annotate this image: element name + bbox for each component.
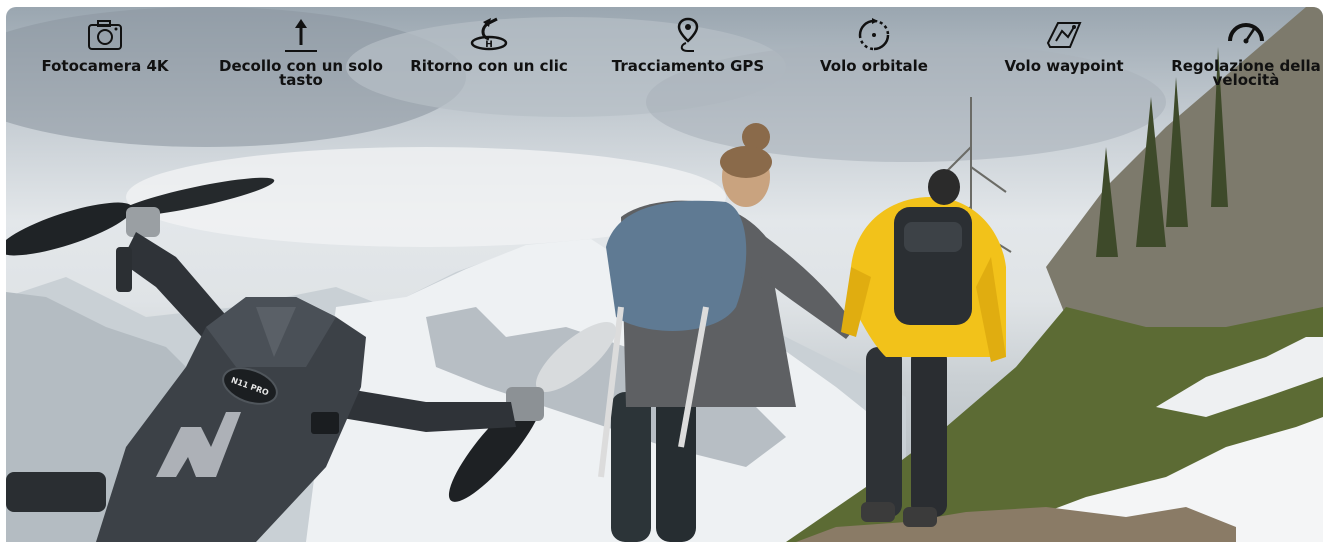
feature-gps-tracking: Tracciamento GPS xyxy=(603,15,773,75)
feature-orbit-flight: Volo orbitale xyxy=(789,15,959,75)
camera-icon xyxy=(88,20,122,50)
feature-label: Regolazione della velocità xyxy=(1171,57,1321,89)
speedometer-icon xyxy=(1228,23,1264,44)
takeoff-icon xyxy=(285,19,317,52)
svg-text:H: H xyxy=(485,40,493,50)
feature-label: Decollo con un solo tasto xyxy=(219,57,383,89)
gps-pin-icon xyxy=(677,17,699,52)
drone-model-label: N11 PRO xyxy=(229,375,271,397)
feature-return-home: H Ritorno con un clic xyxy=(404,15,574,75)
feature-waypoint-flight: Volo waypoint xyxy=(979,15,1149,75)
feature-label: Volo waypoint xyxy=(1004,57,1124,75)
product-banner: N11 PRO Fotocamera 4K Decollo con un sol… xyxy=(6,7,1323,542)
feature-label: Volo orbitale xyxy=(820,57,928,75)
feature-label: Ritorno con un clic xyxy=(410,57,568,75)
feature-one-key-takeoff: Decollo con un solo tasto xyxy=(216,15,386,89)
waypoint-icon xyxy=(1046,22,1082,48)
feature-label: Tracciamento GPS xyxy=(611,57,765,75)
feature-label: Fotocamera 4K xyxy=(41,57,169,75)
return-home-icon: H xyxy=(470,17,508,51)
feature-camera-4k: Fotocamera 4K xyxy=(20,15,190,75)
feature-speed-adjustment: Regolazione della velocità xyxy=(1161,15,1323,89)
feature-row: Fotocamera 4K Decollo con un solo tasto … xyxy=(6,7,1323,107)
orbit-icon xyxy=(858,18,890,51)
